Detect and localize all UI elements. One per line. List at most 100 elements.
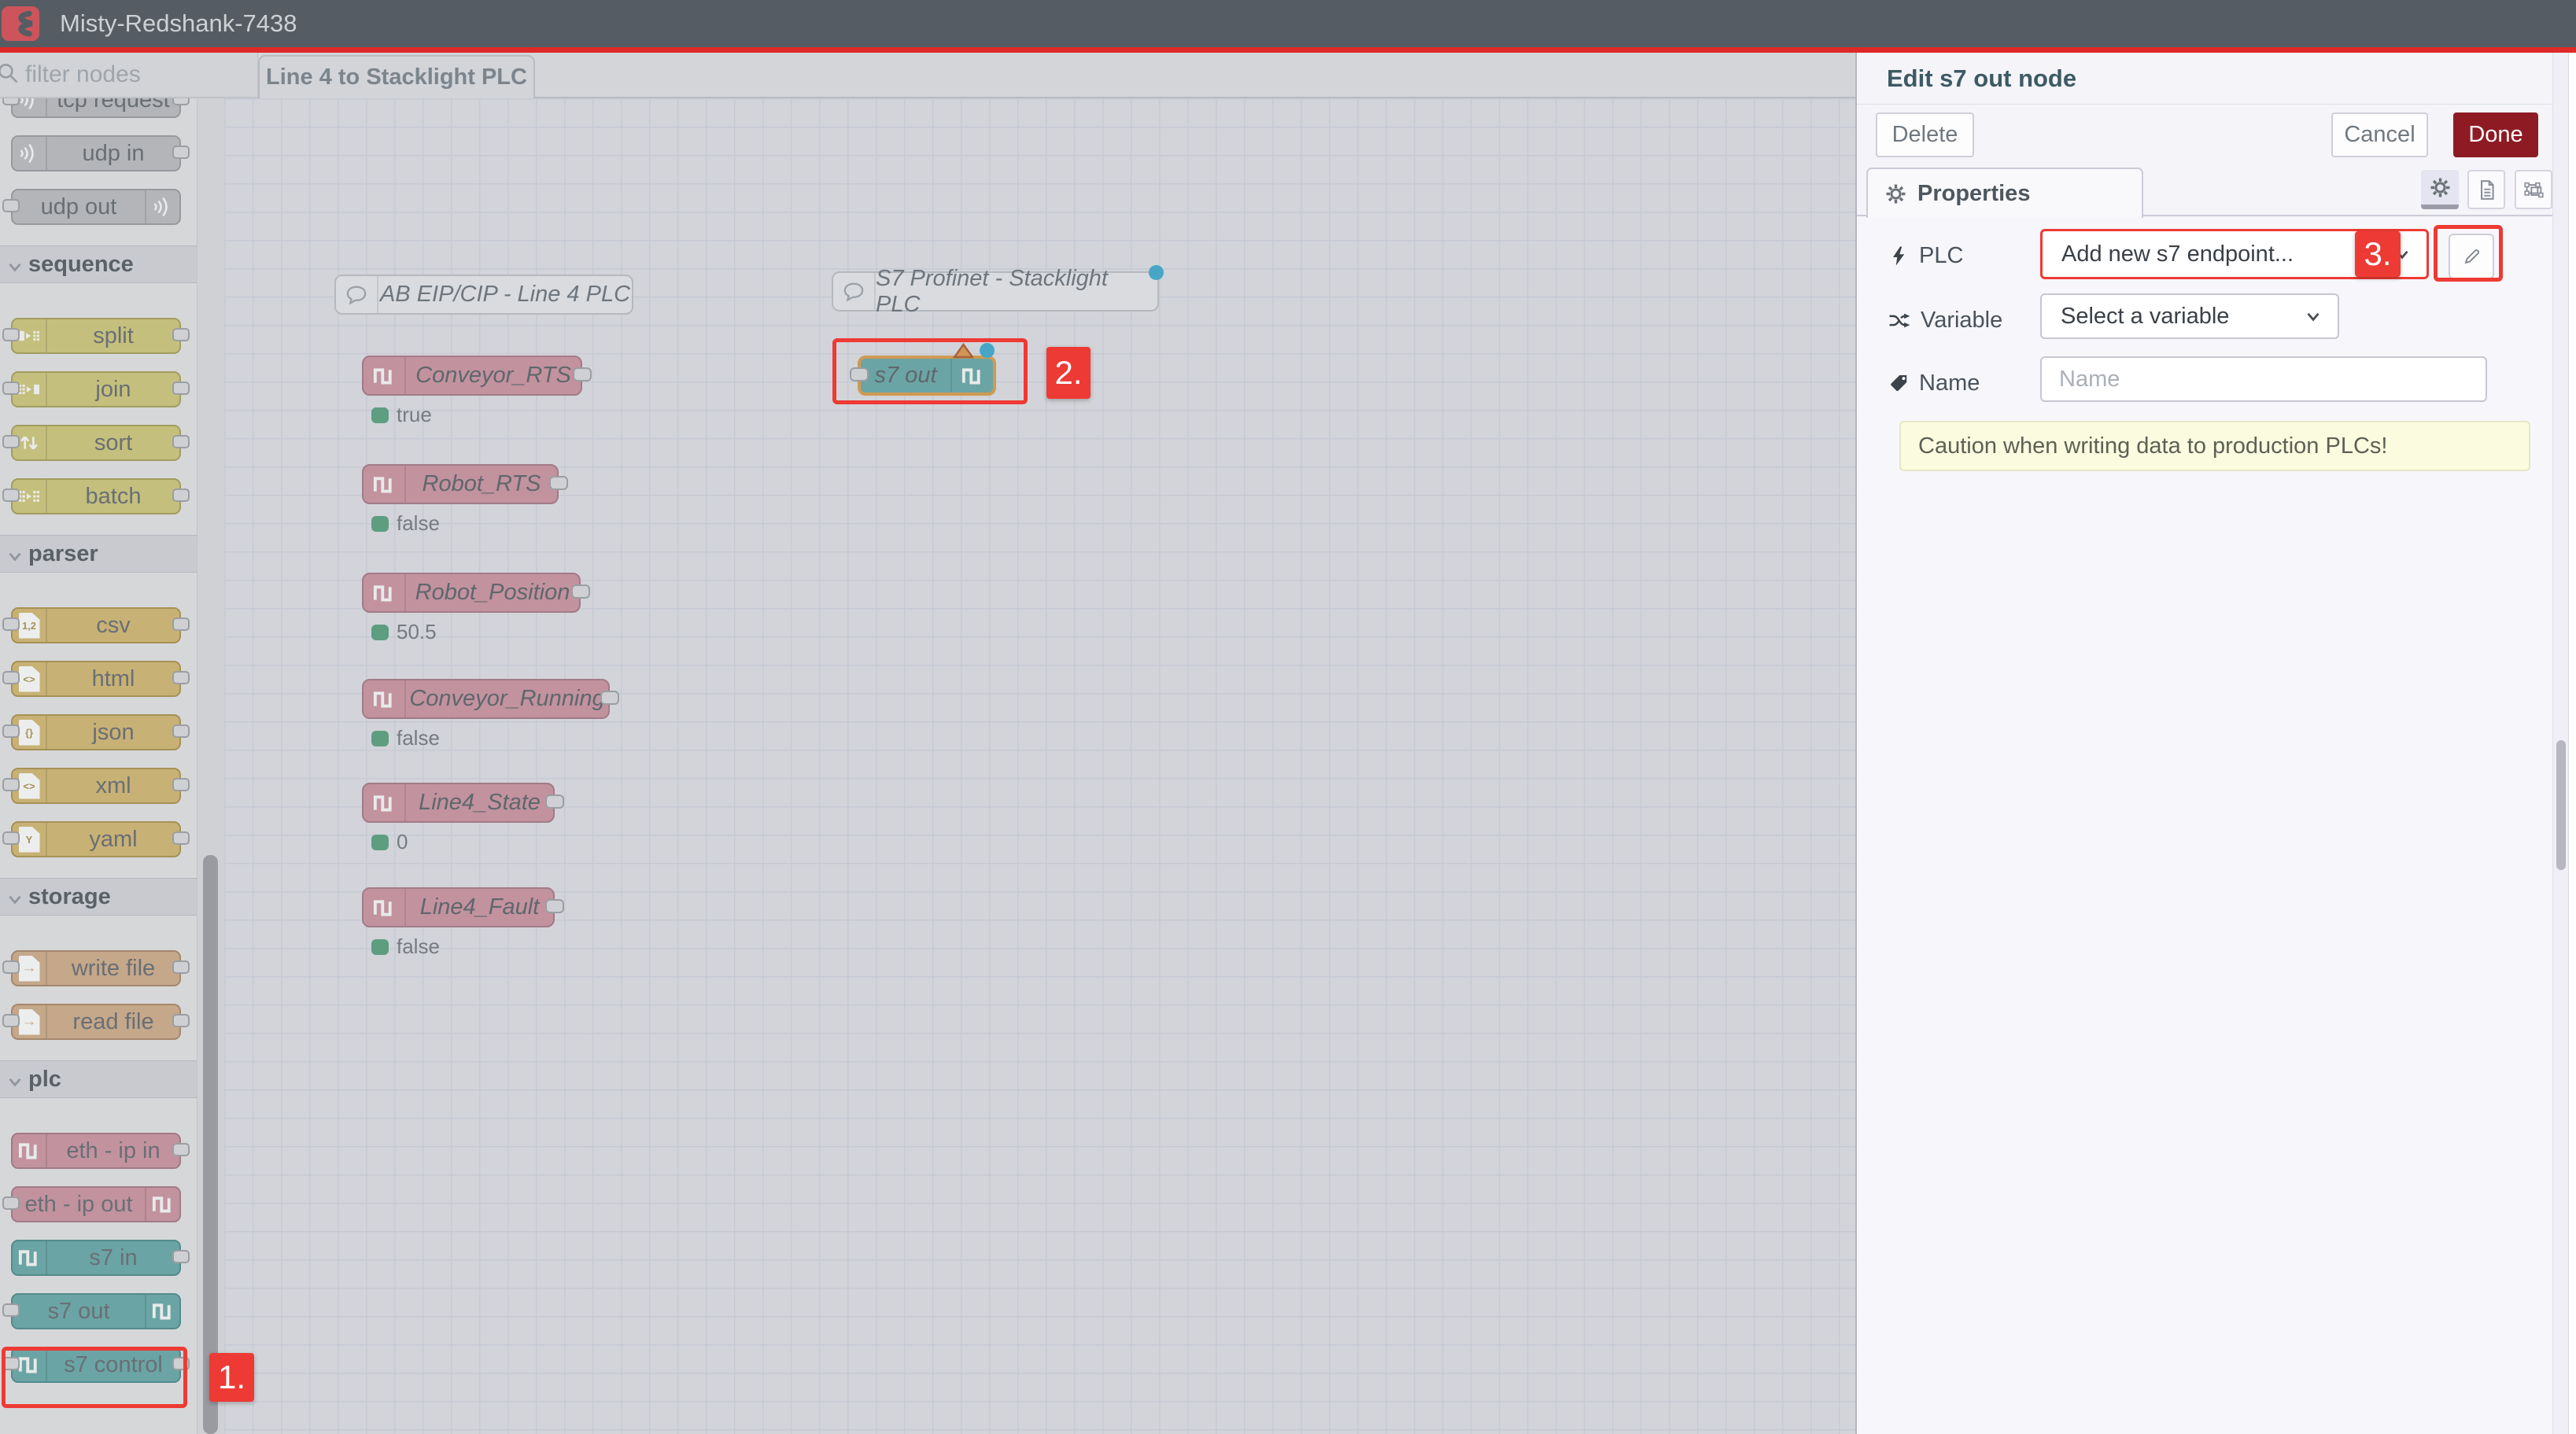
palette-node-s7-out[interactable]: s7 out	[11, 1293, 181, 1329]
palette-node-read-file[interactable]: →read file	[11, 1004, 181, 1040]
name-input[interactable]	[2040, 356, 2487, 402]
node-port-out[interactable]	[172, 778, 190, 791]
palette-node-udp-in[interactable]: udp in	[11, 135, 181, 171]
tray-scrollbar-thumb[interactable]	[2556, 740, 2566, 870]
node-port-out[interactable]	[172, 1250, 190, 1263]
workspace-title: Misty-Redshank-7438	[60, 9, 297, 38]
node-port-out[interactable]	[172, 617, 190, 631]
node-port-in[interactable]	[2, 778, 20, 791]
comment-node-ab-eip-cip-line-4-plc[interactable]: AB EIP/CIP - Line 4 PLC	[334, 275, 633, 315]
appearance-view-button[interactable]	[2515, 170, 2552, 209]
palette-node-batch[interactable]: batch	[11, 478, 181, 514]
palette-node-sort[interactable]: sort	[11, 425, 181, 461]
document-icon	[2475, 179, 2498, 201]
flow-node-conveyor-running[interactable]: Conveyor_Runningfalse	[362, 679, 610, 719]
bolt-icon	[1888, 245, 1910, 267]
node-port-in[interactable]	[2, 199, 20, 212]
cancel-button[interactable]: Cancel	[2331, 112, 2428, 157]
palette-node-s7-in[interactable]: s7 in	[11, 1240, 181, 1276]
palette-node-udp-out[interactable]: udp out	[11, 189, 181, 225]
node-status: 0	[371, 830, 408, 854]
palette-scrollbar-thumb[interactable]	[203, 855, 218, 1434]
node-status: true	[371, 403, 432, 427]
node-port-out[interactable]	[172, 671, 190, 684]
node-port-out[interactable]	[172, 382, 190, 395]
flow-node-conveyor-rts[interactable]: Conveyor_RTStrue	[362, 356, 582, 396]
node-palette: tcp request udp in udp out sequence split joi…	[0, 98, 197, 1434]
palette-node-xml[interactable]: <>xml	[11, 768, 181, 804]
delete-button[interactable]: Delete	[1876, 112, 1974, 157]
node-port-out[interactable]	[172, 960, 190, 974]
palette-node-write-file[interactable]: →write file	[11, 950, 181, 986]
chevron-down-icon	[2303, 306, 2323, 326]
node-port-in[interactable]	[2, 488, 20, 502]
node-port-in[interactable]	[2, 435, 20, 448]
node-status-text: false	[397, 934, 440, 959]
sort-icon	[17, 430, 42, 455]
node-port-out[interactable]	[172, 1014, 190, 1027]
node-port-in[interactable]	[2, 1014, 20, 1027]
node-port-out[interactable]	[172, 488, 190, 502]
node-status-dot	[371, 516, 389, 532]
node-port-in[interactable]	[2, 724, 20, 738]
node-port-out[interactable]	[172, 1143, 190, 1156]
file-icon: 1,2	[19, 613, 40, 639]
node-port-out[interactable]	[172, 724, 190, 738]
node-port-out[interactable]	[172, 98, 190, 105]
palette-node-split[interactable]: split	[11, 318, 181, 354]
palette-node-eth-ip-out[interactable]: eth - ip out	[11, 1186, 181, 1222]
palette-node-eth-ip-in[interactable]: eth - ip in	[11, 1133, 181, 1169]
flow-node-line4-state[interactable]: Line4_State0	[362, 783, 555, 823]
node-port-out[interactable]	[172, 831, 190, 845]
node-port-in[interactable]	[2, 617, 20, 631]
node-port-out[interactable]	[573, 367, 592, 382]
file-icon: {}	[19, 720, 40, 746]
flow-tab-label: Line 4 to Stacklight PLC	[266, 65, 527, 90]
palette-category-storage[interactable]: storage	[0, 878, 197, 916]
variable-select[interactable]: Select a variable	[2040, 293, 2339, 339]
node-port-in[interactable]	[2, 328, 20, 341]
node-port-out[interactable]	[571, 584, 590, 599]
palette-search-input[interactable]	[25, 61, 238, 88]
flow-tabstrip: Line 4 to Stacklight PLC	[258, 53, 1855, 98]
node-port-in[interactable]	[2, 382, 20, 395]
description-view-button[interactable]	[2467, 170, 2505, 209]
node-port-out[interactable]	[545, 899, 564, 913]
node-port-in[interactable]	[2, 831, 20, 845]
node-port-in[interactable]	[2, 98, 20, 105]
palette-node-csv[interactable]: 1,2csv	[11, 607, 181, 643]
done-button[interactable]: Done	[2453, 112, 2538, 157]
flow-canvas[interactable]: AB EIP/CIP - Line 4 PLC S7 Profinet - Sta…	[224, 98, 1855, 1434]
pulse-icon	[370, 789, 398, 817]
node-port-in[interactable]	[2, 1303, 20, 1317]
node-port-in[interactable]	[2, 960, 20, 974]
flow-node-robot-position[interactable]: Robot_Position50.5	[362, 573, 581, 613]
node-status: false	[371, 934, 440, 959]
palette-node-html[interactable]: <>html	[11, 661, 181, 697]
node-port-out[interactable]	[172, 435, 190, 448]
node-port-out[interactable]	[549, 476, 568, 490]
palette-node-join[interactable]: join	[11, 371, 181, 407]
flow-node-label: Line4_State	[406, 784, 553, 821]
palette-node-tcp-request[interactable]: tcp request	[11, 98, 181, 118]
comment-node-s7-profinet-stacklight-plc[interactable]: S7 Profinet - Stacklight PLC	[832, 271, 1159, 311]
node-port-out[interactable]	[172, 328, 190, 341]
flow-node-line4-fault[interactable]: Line4_Faultfalse	[362, 887, 555, 927]
palette-node-label: batch	[47, 480, 179, 513]
edit-tray-tabbar: Properties	[1857, 166, 2576, 216]
node-port-out[interactable]	[600, 691, 619, 705]
palette-category-sequence[interactable]: sequence	[0, 245, 197, 283]
tab-properties[interactable]: Properties	[1866, 168, 2143, 218]
node-port-in[interactable]	[2, 671, 20, 684]
palette-node-yaml[interactable]: Yyaml	[11, 821, 181, 857]
node-port-out[interactable]	[172, 146, 190, 159]
flow-tab[interactable]: Line 4 to Stacklight PLC	[258, 55, 535, 98]
flow-node-robot-rts[interactable]: Robot_RTSfalse	[362, 464, 559, 504]
palette-category-plc[interactable]: plc	[0, 1060, 197, 1098]
palette-node-json[interactable]: {}json	[11, 714, 181, 750]
properties-view-button[interactable]	[2421, 170, 2459, 209]
node-port-in[interactable]	[2, 1196, 20, 1210]
annotation-box-2	[832, 338, 1028, 404]
node-port-out[interactable]	[545, 794, 564, 809]
palette-category-parser[interactable]: parser	[0, 535, 197, 573]
